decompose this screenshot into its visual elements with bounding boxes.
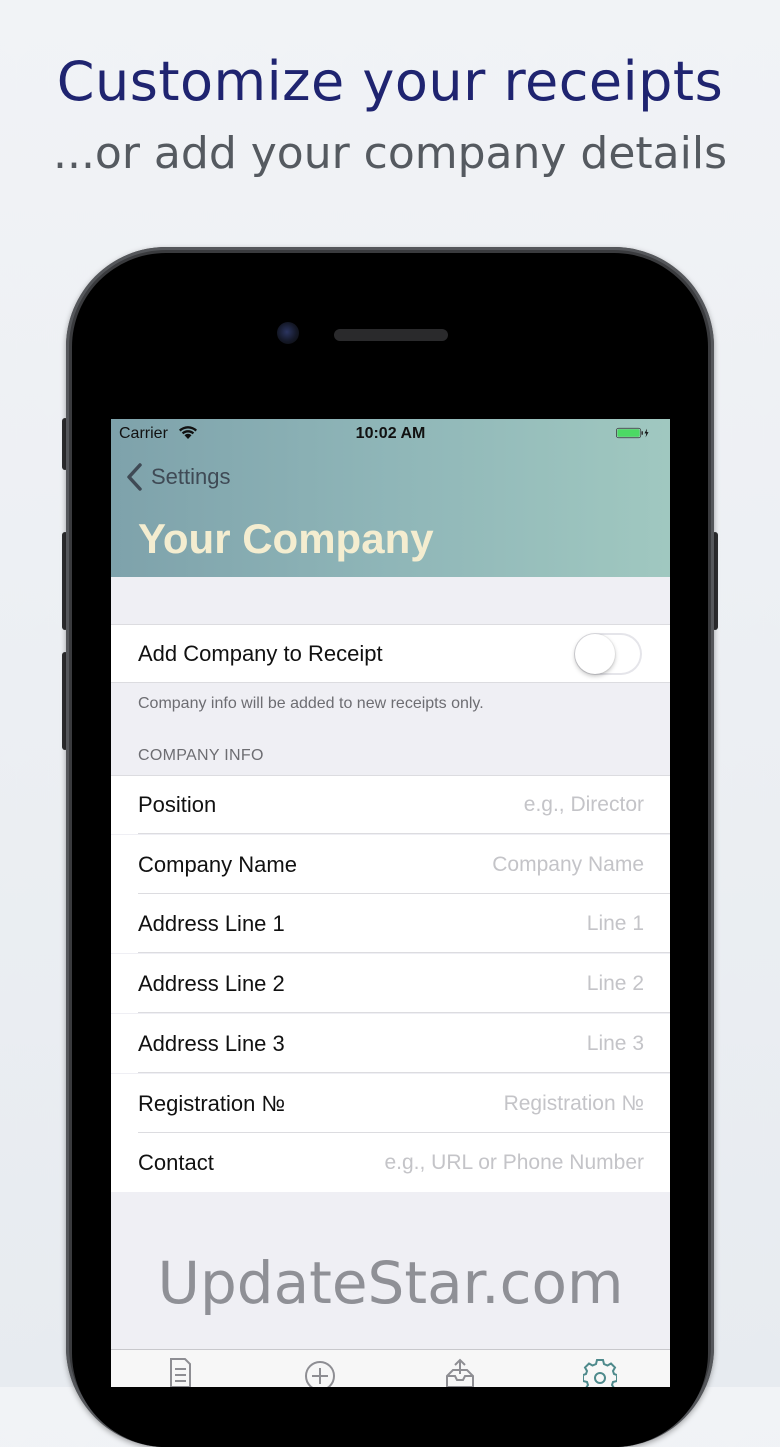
export-icon [446,1358,474,1387]
section-header-company-info: COMPANY INFO [138,747,264,764]
field-label: Address Line 1 [138,910,285,936]
field-input[interactable] [384,971,644,996]
field-label: Position [138,792,217,817]
row-separator [138,952,670,953]
field-row: Address Line 2 [111,954,670,1013]
row-separator [138,1012,670,1013]
toggle-row: Add Company to Receipt [111,624,670,683]
field-input[interactable] [384,911,644,936]
field-input[interactable] [384,1091,644,1116]
watermark: UpdateStar.com [157,1249,624,1317]
tab-add[interactable] [303,1356,337,1387]
field-input[interactable] [384,1031,644,1056]
page-title: Your Company [138,515,434,562]
field-row: Contact [111,1133,670,1192]
tab-bar [111,1349,670,1387]
toggle-footnote: Company info will be added to new receip… [138,695,484,712]
field-label: Address Line 3 [138,1030,285,1056]
field-input[interactable] [384,852,644,877]
navigation-header: Carrier 10:02 AM Settings Your Company [111,419,670,577]
add-icon [305,1361,335,1387]
promo-headline: Customize your receipts [56,50,724,113]
tab-settings[interactable] [582,1356,618,1387]
front-camera [277,322,299,344]
back-button-label: Settings [151,464,231,489]
status-bar: Carrier 10:02 AM [111,419,670,447]
status-time: 10:02 AM [355,425,426,442]
field-row: Registration № [111,1074,670,1133]
chevron-left-icon [127,463,142,491]
field-row: Address Line 3 [111,1014,670,1073]
toggle-knob [575,634,615,674]
field-label: Contact [138,1149,214,1175]
field-input[interactable] [344,1150,644,1175]
field-row: Position [111,775,670,834]
field-input[interactable] [384,793,644,817]
row-separator [138,833,670,834]
row-separator [138,1072,670,1073]
app-screen: Carrier 10:02 AM Settings Your Company A… [111,419,670,1387]
field-label: Registration № [138,1090,286,1116]
field-row: Company Name [111,835,670,894]
tab-export[interactable] [443,1356,477,1387]
back-button[interactable]: Settings [125,461,231,493]
field-label: Company Name [138,851,297,877]
toggle-row-label: Add Company to Receipt [138,640,383,666]
gear-icon [582,1359,618,1387]
earpiece-speaker [334,329,448,341]
field-row: Address Line 1 [111,894,670,953]
promo-subline: ...or add your company details [52,128,728,179]
field-label: Address Line 2 [138,970,285,996]
tab-receipts[interactable] [163,1356,197,1387]
add-company-toggle[interactable] [574,633,642,675]
battery-icon [616,427,649,439]
receipts-icon [170,1358,191,1387]
